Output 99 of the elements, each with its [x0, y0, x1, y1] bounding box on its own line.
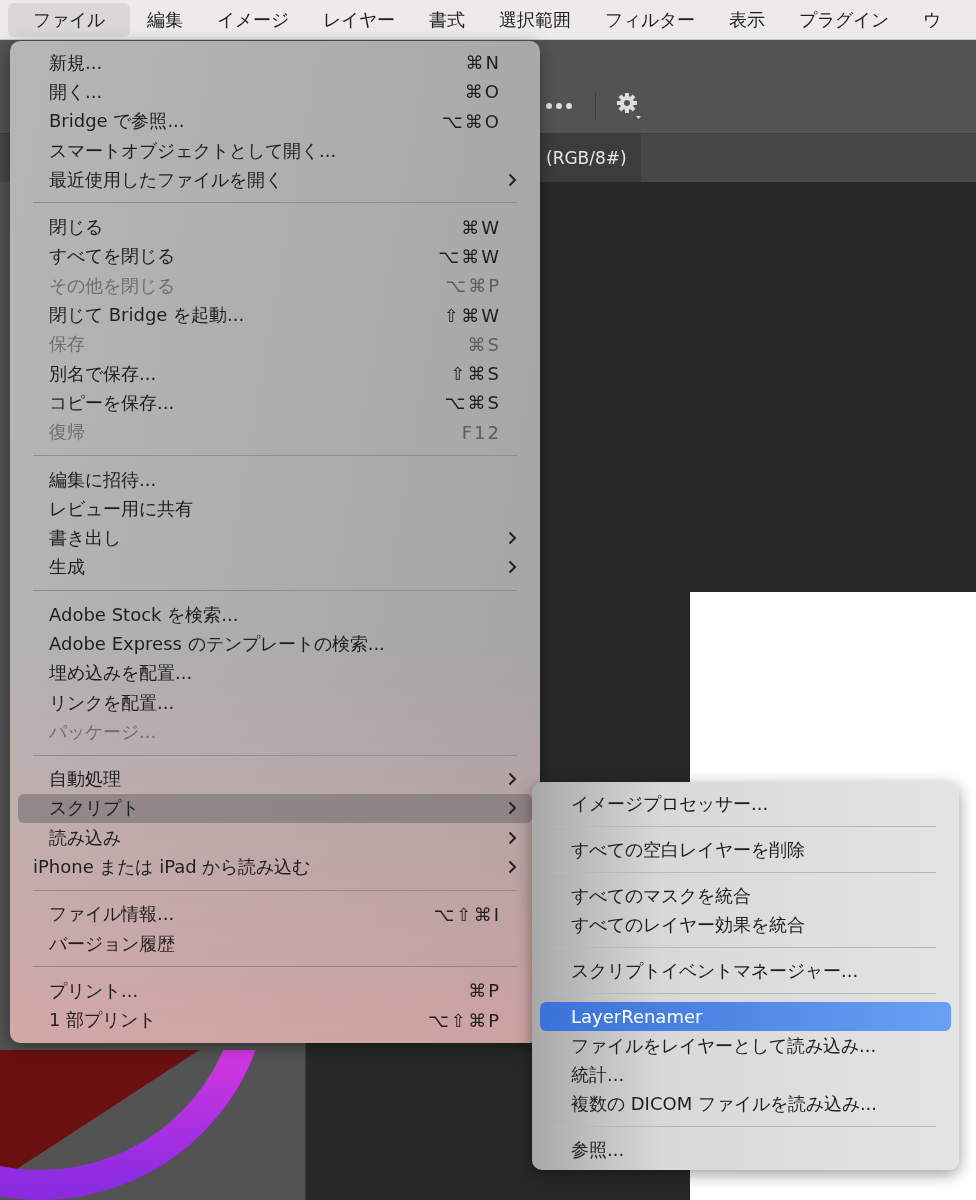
chevron-right-icon — [508, 772, 517, 787]
menu-bar-item[interactable]: 書式 — [412, 2, 482, 37]
menu-item-label: Adobe Express のテンプレートの検索... — [49, 632, 386, 656]
menu-item[interactable]: 閉じて Bridge を起動... ⇧⌘W — [18, 300, 532, 330]
menu-item[interactable]: 1 部プリント ⌥⇧⌘P — [18, 1005, 532, 1035]
menu-item[interactable]: すべてのマスクを統合 — [540, 881, 951, 910]
menu-item[interactable]: 参照... — [540, 1135, 951, 1164]
menu-item[interactable]: 最近使用したファイルを開く — [18, 165, 532, 195]
menu-item-label: ファイル情報... — [49, 902, 176, 927]
shortcut-label: ⌘S — [467, 333, 501, 355]
menu-bar-item[interactable]: 表示 — [712, 2, 782, 37]
shortcut-label: ⌘W — [461, 216, 501, 238]
menu-item-label: コピーを保存... — [49, 390, 176, 415]
menu-item[interactable]: スマートオブジェクトとして開く... — [18, 135, 532, 166]
shortcut-label: ⌥⌘S — [444, 392, 501, 414]
menu-item-label: 復帰 — [49, 420, 86, 445]
menu-item-label: 別名で保存... — [49, 361, 158, 386]
menu-item-label: バージョン履歴 — [49, 931, 176, 956]
menu-item[interactable]: 書き出し — [18, 523, 532, 553]
menu-item-label: 保存 — [49, 332, 86, 357]
menu-item-label: 1 部プリント — [49, 1008, 158, 1033]
shortcut-label: ⌥⇧⌘I — [433, 903, 501, 925]
menu-item[interactable]: レビュー用に共有 — [18, 494, 532, 524]
menu-item[interactable]: すべてを閉じる ⌥⌘W — [18, 241, 532, 272]
menu-item[interactable]: コピーを保存... ⌥⌘S — [18, 388, 532, 418]
menu-item[interactable]: 生成 — [18, 552, 532, 583]
menu-item[interactable]: Bridge で参照... ⌥⌘O — [18, 106, 532, 136]
menu-item[interactable]: 自動処理 — [18, 764, 532, 794]
menu-item-label: Adobe Stock を検索... — [49, 602, 240, 627]
shortcut-label: ⌥⌘P — [445, 275, 501, 297]
menu-bar-item[interactable]: 選択範囲 — [482, 2, 588, 37]
menu-item-label: 最近使用したファイルを開く — [49, 167, 284, 192]
shortcut-label: ⌘N — [465, 52, 501, 74]
menu-item-label: スクリプト — [49, 796, 140, 821]
menu-item[interactable]: リンクを配置... — [18, 687, 532, 718]
shortcut-label: ⇧⌘W — [444, 304, 501, 326]
menu-item[interactable]: 別名で保存... ⇧⌘S — [18, 358, 532, 389]
menu-item[interactable]: 複数の DICOM ファイルを読み込み... — [540, 1089, 951, 1118]
menu-item-label: 自動処理 — [49, 767, 122, 792]
menu-item[interactable]: 読み込み — [18, 823, 532, 853]
menu-item[interactable]: 埋め込みを配置... — [18, 658, 532, 688]
menu-item[interactable]: すべてのレイヤー効果を統合 — [540, 910, 951, 939]
menu-item-label: すべてを閉じる — [49, 244, 176, 269]
menu-item-label: 編集に招待... — [49, 467, 158, 492]
menu-item-label: Bridge で参照... — [49, 109, 186, 134]
menu-item[interactable]: ファイル情報... ⌥⇧⌘I — [18, 899, 532, 929]
chevron-right-icon — [508, 531, 517, 546]
menu-item-label: パッケージ... — [49, 719, 158, 744]
settings-icon[interactable] — [595, 91, 642, 120]
menu-item-label: その他を閉じる — [49, 273, 176, 298]
menu-item[interactable]: LayerRenamer — [540, 1002, 951, 1031]
menu-item-label: プリント... — [49, 978, 140, 1003]
shortcut-label: ⌘O — [464, 81, 501, 103]
menu-bar-item[interactable]: 編集 — [130, 2, 200, 37]
shortcut-label: ⌥⌘O — [442, 110, 501, 132]
menu-item[interactable]: ファイルをレイヤーとして読み込み... — [540, 1031, 951, 1060]
menu-item[interactable]: 開く... ⌘O — [18, 77, 532, 107]
menu-item[interactable]: 閉じる ⌘W — [18, 212, 532, 242]
chevron-right-icon — [508, 801, 517, 816]
shortcut-label: ⌘P — [468, 980, 501, 1002]
menu-bar-item[interactable]: イメージ — [200, 2, 306, 37]
shortcut-label: F12 — [461, 421, 501, 443]
menu-bar-item[interactable]: ファイル — [8, 2, 130, 37]
menu-item-label: レビュー用に共有 — [49, 496, 194, 521]
menu-item-label: 閉じる — [49, 215, 104, 240]
chevron-right-icon — [508, 560, 517, 575]
menu-item[interactable]: イメージプロセッサー... — [540, 789, 951, 818]
menu-bar-item[interactable]: ウ — [906, 2, 958, 37]
menu-item-label: リンクを配置... — [49, 690, 176, 715]
menu-item-label: 読み込み — [49, 825, 122, 850]
chevron-right-icon — [508, 860, 517, 875]
shortcut-label: ⇧⌘S — [450, 363, 501, 385]
menu-item[interactable]: スクリプトイベントマネージャー... — [540, 956, 951, 985]
menu-item[interactable]: 新規... ⌘N — [18, 48, 532, 78]
menu-item[interactable]: バージョン履歴 — [18, 929, 532, 959]
menu-item[interactable]: iPhone または iPad から読み込む — [18, 852, 532, 882]
menu-item-label: 開く... — [49, 79, 104, 104]
menu-item[interactable]: プリント... ⌘P — [18, 976, 532, 1006]
menu-item[interactable]: Adobe Stock を検索... — [18, 600, 532, 630]
menu-bar-item[interactable]: プラグイン — [782, 2, 906, 37]
more-icon[interactable] — [545, 101, 573, 110]
shortcut-label: ⌥⌘W — [438, 245, 501, 267]
menu-item[interactable]: スクリプト — [18, 793, 532, 824]
menu-bar-item[interactable]: フィルター — [588, 2, 712, 37]
menu-item-label: iPhone または iPad から読み込む — [33, 855, 312, 880]
menu-item[interactable]: 編集に招待... — [18, 464, 532, 495]
menu-item-label: 生成 — [49, 555, 86, 580]
menu-item-label: スマートオブジェクトとして開く... — [49, 138, 338, 163]
shortcut-label: ⌥⇧⌘P — [428, 1009, 501, 1031]
menu-item-label: 閉じて Bridge を起動... — [49, 303, 246, 327]
menu-item-label: 埋め込みを配置... — [49, 661, 194, 686]
menu-item[interactable]: 統計... — [540, 1060, 951, 1089]
menu-item-label: 新規... — [49, 50, 104, 75]
menu-bar-item[interactable]: レイヤー — [306, 2, 412, 37]
menu-item-label: 書き出し — [49, 526, 122, 551]
menu-item[interactable]: Adobe Express のテンプレートの検索... — [18, 629, 532, 659]
chevron-right-icon — [508, 830, 517, 845]
chevron-right-icon — [508, 172, 517, 187]
menu-item[interactable]: すべての空白レイヤーを削除 — [540, 835, 951, 864]
